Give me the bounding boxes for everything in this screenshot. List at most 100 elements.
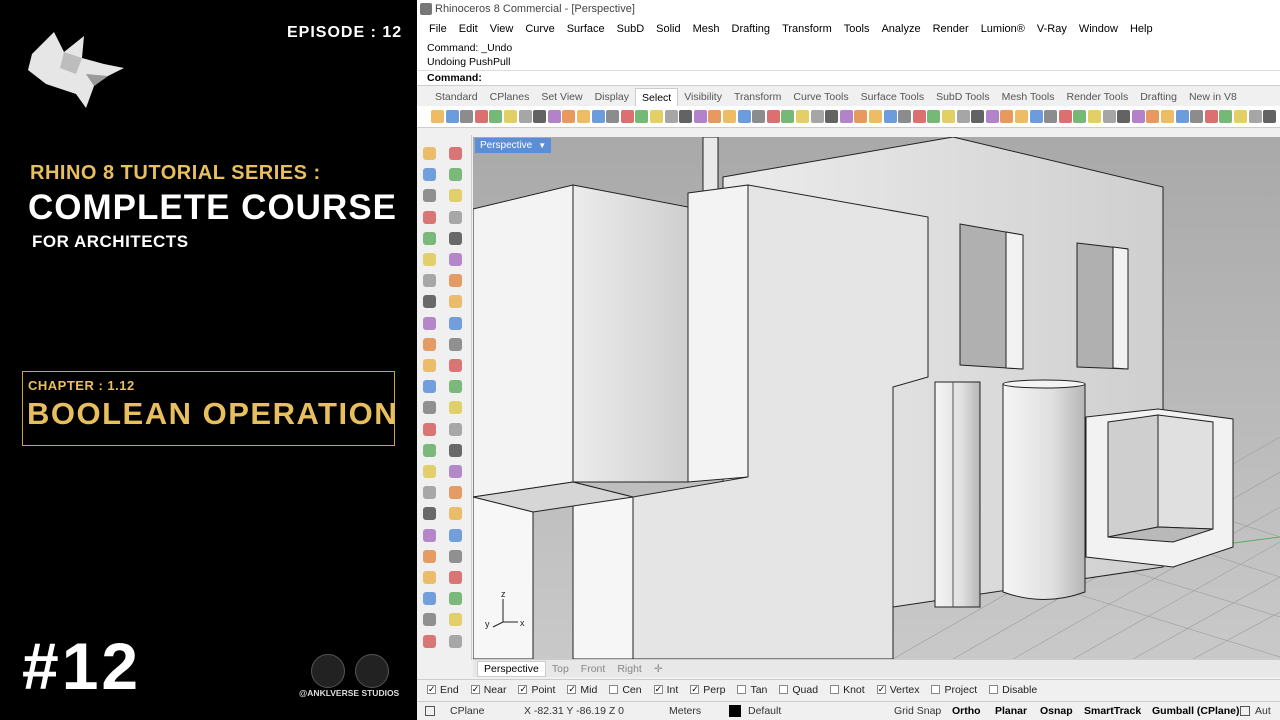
osnap-mid[interactable]: ✓ Mid	[567, 684, 597, 696]
osnap-perp[interactable]: ✓ Perp	[690, 684, 725, 696]
left-tool-icon[interactable]	[423, 401, 436, 415]
left-tool-icon[interactable]	[449, 465, 462, 478]
select-tool-icon[interactable]	[504, 110, 517, 123]
select-tool-icon[interactable]	[693, 110, 707, 123]
select-tool-icon[interactable]	[825, 110, 839, 123]
left-tool-icon[interactable]	[423, 189, 436, 203]
left-tool-icon[interactable]	[449, 613, 462, 627]
planar-toggle[interactable]: Planar	[995, 705, 1027, 717]
select-tool-icon[interactable]	[781, 110, 795, 123]
left-tool-icon[interactable]	[449, 401, 462, 415]
select-tool-icon[interactable]	[1029, 110, 1043, 123]
left-tool-icon[interactable]	[449, 507, 462, 521]
left-tool-icon[interactable]	[423, 592, 436, 606]
menu-curve[interactable]: Curve	[519, 19, 560, 39]
menu-view[interactable]: View	[484, 19, 520, 39]
select-tool-icon[interactable]	[606, 110, 620, 123]
select-tool-icon[interactable]	[927, 110, 941, 123]
select-tool-icon[interactable]	[942, 110, 955, 123]
select-tool-icon[interactable]	[635, 110, 649, 123]
tab-curve-tools[interactable]: Curve Tools	[787, 88, 854, 106]
select-tool-icon[interactable]	[737, 110, 751, 123]
tab-mesh-tools[interactable]: Mesh Tools	[996, 88, 1061, 106]
left-tool-icon[interactable]	[449, 231, 462, 245]
left-tool-icon[interactable]	[449, 549, 462, 563]
left-tool-icon[interactable]	[423, 549, 436, 563]
osnap-toggle[interactable]: Osnap	[1040, 705, 1073, 717]
left-tool-icon[interactable]	[423, 507, 436, 521]
viewport-tab-right[interactable]: Right	[611, 662, 648, 676]
menu-render[interactable]: Render	[927, 19, 975, 39]
left-tool-icon[interactable]	[423, 316, 436, 330]
left-tool-icon[interactable]	[449, 571, 462, 584]
select-tool-icon[interactable]	[723, 110, 736, 123]
tab-surface-tools[interactable]: Surface Tools	[855, 88, 930, 106]
tab-drafting[interactable]: Drafting	[1134, 88, 1183, 106]
select-tool-icon[interactable]	[766, 110, 780, 123]
left-tool-icon[interactable]	[423, 634, 436, 648]
left-tool-icon[interactable]	[423, 571, 436, 584]
select-tool-icon[interactable]	[708, 110, 722, 123]
status-layer[interactable]: Default	[748, 705, 781, 717]
select-tool-icon[interactable]	[679, 110, 693, 123]
select-tool-icon[interactable]	[1234, 110, 1247, 123]
menu-transform[interactable]: Transform	[776, 19, 838, 39]
left-tool-icon[interactable]	[423, 231, 436, 245]
menu-lumion[interactable]: Lumion®	[975, 19, 1031, 39]
tab-new-in-v8[interactable]: New in V8	[1183, 88, 1243, 106]
left-tool-icon[interactable]	[449, 592, 462, 606]
select-tool-icon[interactable]	[796, 110, 809, 123]
select-tool-icon[interactable]	[577, 110, 590, 123]
tab-render-tools[interactable]: Render Tools	[1061, 88, 1135, 106]
select-tool-icon[interactable]	[985, 110, 999, 123]
status-cplane[interactable]: CPlane	[450, 705, 484, 717]
select-tool-icon[interactable]	[518, 110, 532, 123]
tab-select[interactable]: Select	[635, 88, 679, 106]
left-tool-icon[interactable]	[423, 380, 436, 394]
select-tool-icon[interactable]	[591, 110, 605, 123]
chevron-down-icon[interactable]: ▼	[538, 141, 546, 150]
osnap-checkbox[interactable]: ✓	[653, 685, 663, 694]
layer-color-swatch[interactable]	[729, 705, 741, 717]
osnap-int[interactable]: ✓ Int	[653, 684, 678, 696]
left-tool-icon[interactable]	[449, 189, 462, 203]
left-tool-icon[interactable]	[423, 486, 436, 500]
viewport-tab-front[interactable]: Front	[575, 662, 612, 676]
select-tool-icon[interactable]	[547, 110, 561, 123]
left-tool-icon[interactable]	[423, 274, 436, 288]
status-units[interactable]: Meters	[669, 705, 701, 717]
left-tool-icon[interactable]	[449, 337, 462, 351]
left-tool-icon[interactable]	[449, 253, 462, 266]
select-tool-icon[interactable]	[1190, 110, 1204, 123]
select-tool-icon[interactable]	[1073, 110, 1087, 123]
osnap-checkbox[interactable]: ✓	[427, 685, 436, 694]
osnap-project[interactable]: Project	[931, 684, 977, 696]
select-tool-icon[interactable]	[1175, 110, 1189, 123]
osnap-knot[interactable]: Knot	[830, 684, 865, 696]
osnap-end[interactable]: ✓ End	[427, 684, 459, 696]
osnap-disable[interactable]: Disable	[989, 684, 1037, 696]
perspective-viewport[interactable]: Perspective ▼ z x y	[473, 137, 1280, 659]
menu-surface[interactable]: Surface	[561, 19, 611, 39]
left-tool-icon[interactable]	[423, 359, 436, 372]
select-tool-icon[interactable]	[431, 110, 444, 123]
select-tool-icon[interactable]	[883, 110, 897, 123]
left-tool-icon[interactable]	[449, 210, 462, 224]
grid-snap-toggle[interactable]: Grid Snap	[894, 705, 941, 717]
select-tool-icon[interactable]	[1263, 110, 1277, 123]
select-tool-icon[interactable]	[1088, 110, 1101, 123]
select-tool-icon[interactable]	[912, 110, 926, 123]
viewport-title[interactable]: Perspective ▼	[475, 138, 552, 153]
osnap-near[interactable]: ✓ Near	[470, 684, 506, 696]
tab-cplanes[interactable]: CPlanes	[484, 88, 536, 106]
select-tool-icon[interactable]	[839, 110, 853, 123]
menu-mesh[interactable]: Mesh	[687, 19, 726, 39]
left-tool-icon[interactable]	[449, 486, 462, 500]
menu-help[interactable]: Help	[1124, 19, 1159, 39]
gumball-toggle[interactable]: Gumball (CPlane)	[1152, 705, 1240, 717]
left-tool-icon[interactable]	[423, 422, 436, 436]
menu-tools[interactable]: Tools	[838, 19, 876, 39]
left-tool-icon[interactable]	[449, 168, 462, 182]
select-tool-icon[interactable]	[1058, 110, 1072, 123]
osnap-vertex[interactable]: ✓ Vertex	[876, 684, 919, 696]
